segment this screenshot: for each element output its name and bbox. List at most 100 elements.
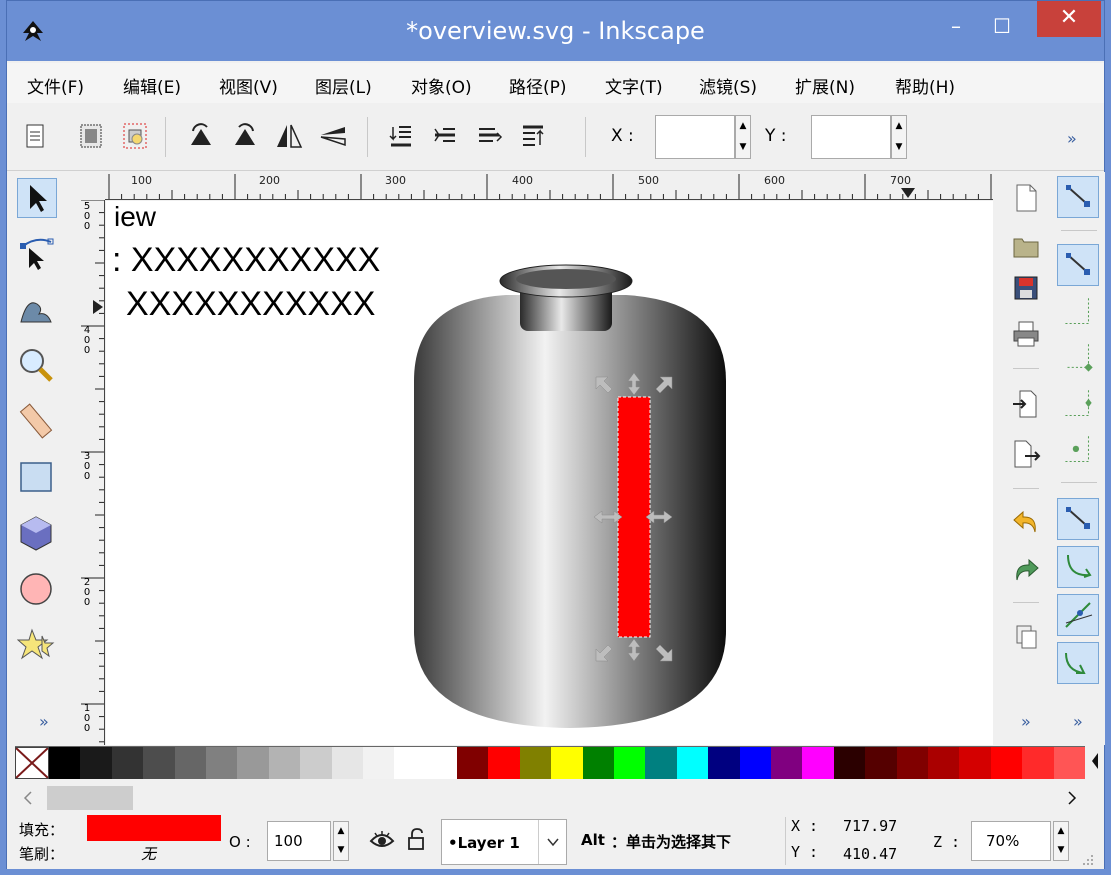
palette-swatch[interactable] [1053,747,1085,779]
palette-swatch[interactable] [111,747,144,779]
undo-icon[interactable] [1011,506,1041,538]
zoom-input[interactable] [971,821,1051,861]
palette-swatch[interactable] [205,747,238,779]
palette-swatch[interactable] [614,747,646,779]
palette-swatch[interactable] [865,747,897,779]
select-all-icon[interactable] [21,119,49,153]
snap-bbox-button[interactable] [1057,244,1099,286]
palette-swatch[interactable] [708,747,740,779]
raise-top-icon[interactable] [519,119,547,153]
lower-icon[interactable] [431,119,459,153]
menu-object[interactable]: 对象(O) [411,73,472,98]
palette-swatch[interactable] [519,747,552,779]
palette-swatch[interactable] [174,747,206,779]
deselect-icon[interactable] [121,119,149,153]
horizontal-scrollbar[interactable] [15,784,1095,812]
lock-icon[interactable] [405,827,427,851]
menu-layer[interactable]: 图层(L) [315,73,372,98]
zoom-tool[interactable] [17,346,57,386]
rotate-cw-icon[interactable] [231,119,259,153]
snap-bbox-corner-icon[interactable] [1057,338,1099,380]
rectangle-tool[interactable] [17,458,57,498]
ellipse-tool[interactable] [17,570,57,610]
palette-scroll-icon[interactable] [1089,749,1101,773]
palette-swatch[interactable] [300,747,332,779]
open-folder-icon[interactable] [1011,230,1041,262]
maximize-button[interactable]: ☐ [985,9,1019,43]
select-all-layers-icon[interactable] [77,119,105,153]
palette-swatch[interactable] [676,747,709,779]
commands-overflow-chevron[interactable]: » [1021,712,1031,731]
snap-path-button[interactable] [1057,546,1099,588]
menu-file[interactable]: 文件(F) [27,73,84,98]
palette-swatch[interactable] [802,747,834,779]
palette-swatch[interactable] [394,747,426,779]
x-coordinate-input[interactable] [655,115,735,159]
palette-swatch[interactable] [582,747,615,779]
palette-swatch[interactable] [990,747,1023,779]
menu-help[interactable]: 帮助(H) [895,73,955,98]
palette-swatch[interactable] [739,747,771,779]
x-coordinate-stepper[interactable]: ▲ ▼ [735,115,751,159]
measure-tool[interactable] [17,402,57,442]
palette-swatch[interactable] [1022,747,1054,779]
import-icon[interactable] [1011,388,1041,420]
visibility-eye-icon[interactable] [369,829,395,851]
zoom-stepper[interactable]: ▲ ▼ [1053,821,1069,861]
flip-vertical-icon[interactable] [319,119,347,153]
print-icon[interactable] [1011,318,1041,350]
snap-path-intersection-button[interactable] [1057,594,1099,636]
redo-icon[interactable] [1011,554,1041,586]
save-icon[interactable] [1011,272,1041,304]
snap-nodes-button[interactable] [1057,498,1099,540]
opacity-stepper[interactable]: ▲ ▼ [333,821,349,861]
snap-toggle-button[interactable] [1057,176,1099,218]
snap-overflow-chevron[interactable]: » [1073,712,1083,731]
fill-color-indicator[interactable] [87,815,221,841]
3d-box-tool[interactable] [17,514,57,554]
snap-cusp-button[interactable] [1057,642,1099,684]
menu-extensions[interactable]: 扩展(N) [795,73,855,98]
flip-horizontal-icon[interactable] [275,119,303,153]
palette-swatch[interactable] [645,747,677,779]
palette-swatch[interactable] [770,747,803,779]
palette-swatch[interactable] [833,747,866,779]
menu-filters[interactable]: 滤镜(S) [699,73,757,98]
star-tool[interactable] [16,626,57,666]
menu-view[interactable]: 视图(V) [219,73,278,98]
snap-bbox-midpoint-icon[interactable] [1057,384,1099,426]
selected-red-rectangle[interactable] [617,396,651,638]
palette-swatch[interactable] [237,747,269,779]
palette-swatch[interactable] [927,747,960,779]
palette-swatch[interactable] [488,747,520,779]
no-paint-swatch[interactable] [15,747,49,779]
palette-swatch[interactable] [268,747,301,779]
y-coordinate-input[interactable] [811,115,891,159]
jar-drawing[interactable] [106,201,993,745]
menu-edit[interactable]: 编辑(E) [123,73,181,98]
y-coordinate-stepper[interactable]: ▲ ▼ [891,115,907,159]
selector-tool[interactable] [17,178,57,218]
palette-swatch[interactable] [959,747,991,779]
palette-swatch[interactable] [362,747,395,779]
palette-swatch[interactable] [331,747,363,779]
duplicate-icon[interactable] [1011,620,1041,652]
close-button[interactable]: ✕ [1037,1,1101,37]
scroll-right-icon[interactable] [1065,790,1079,806]
palette-swatch[interactable] [896,747,928,779]
node-editor-tool[interactable] [17,234,57,274]
minimize-button[interactable]: – [939,9,973,43]
export-icon[interactable] [1011,438,1041,470]
lower-bottom-icon[interactable] [387,119,415,153]
palette-swatch[interactable] [80,747,112,779]
rotate-ccw-icon[interactable] [187,119,215,153]
palette-swatch[interactable] [457,747,489,779]
tweak-tool[interactable] [17,290,57,330]
layer-dropdown[interactable]: •Layer 1 [441,819,567,865]
toolbar-overflow-chevron[interactable]: » [1067,129,1077,148]
toolbox-overflow-chevron[interactable]: » [39,712,49,731]
palette-swatch[interactable] [49,747,81,779]
snap-bbox-center-icon[interactable] [1057,430,1099,472]
raise-icon[interactable] [475,119,503,153]
resize-grip-icon[interactable] [1081,853,1095,867]
